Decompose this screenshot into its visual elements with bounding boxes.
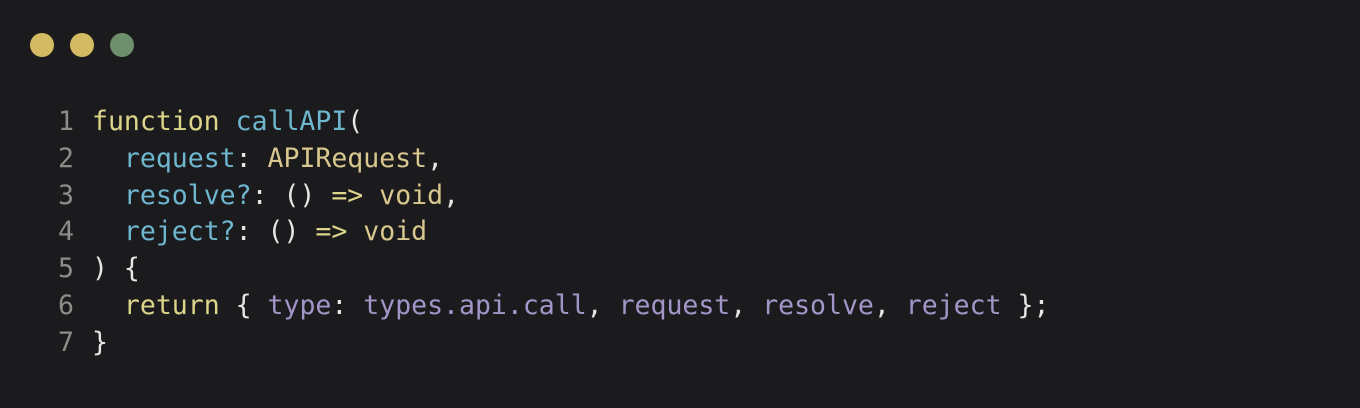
code-line: 2 request: APIRequest, — [58, 141, 1049, 178]
code-token-identifier: request — [123, 142, 236, 174]
code-token-property: type — [267, 289, 332, 321]
maximize-dot-icon[interactable] — [110, 33, 134, 57]
line-number: 6 — [58, 289, 74, 321]
code-token-property: request — [618, 289, 731, 321]
line-source: reject?: () => void — [92, 214, 427, 251]
minimize-dot-icon[interactable] — [70, 33, 94, 57]
code-line: 6 return { type: types.api.call, request… — [58, 288, 1049, 325]
code-token-punctuation: : — [235, 142, 268, 174]
code-token-keyword: => — [315, 216, 348, 248]
code-token-property: resolve — [762, 289, 874, 321]
code-token-identifier: reject? — [123, 216, 236, 248]
code-token-punctuation: : () — [251, 179, 332, 211]
code-line: 7} — [58, 325, 1049, 362]
line-number: 4 — [58, 216, 74, 248]
code-token-type: void — [379, 179, 444, 211]
code-token-identifier: resolve? — [123, 179, 252, 211]
code-token-punctuation: } — [92, 326, 108, 358]
line-number: 5 — [58, 253, 74, 285]
line-source: return { type: types.api.call, request, … — [92, 288, 1049, 325]
code-token-punctuation: { — [219, 289, 268, 321]
code-line: 1 function callAPI( — [58, 104, 1049, 141]
line-source: resolve?: () => void, — [92, 178, 459, 215]
code-token-type: void — [363, 216, 428, 248]
code-token-punctuation: }; — [1001, 289, 1050, 321]
line-source: function callAPI( — [92, 104, 363, 141]
code-token-punctuation: : () — [235, 216, 316, 248]
line-source: } — [92, 325, 108, 362]
close-dot-icon[interactable] — [30, 33, 54, 57]
code-token-identifier: callAPI — [235, 106, 348, 137]
code-token-punctuation: , — [873, 289, 906, 321]
line-number: 1 — [58, 106, 74, 137]
code-line: 4 reject?: () => void — [58, 214, 1049, 251]
code-token-punctuation: , — [586, 289, 619, 321]
code-token-punctuation: , — [443, 179, 460, 211]
line-source: request: APIRequest, — [92, 141, 443, 178]
code-token-keyword: => — [331, 179, 364, 211]
code-token-punctuation: ) { — [92, 253, 140, 285]
code-line: 3 resolve?: () => void, — [58, 178, 1049, 215]
code-block[interactable]: 1 function callAPI(2 request: APIRequest,… — [58, 104, 1049, 362]
line-number: 7 — [58, 326, 74, 358]
code-token-punctuation: : — [331, 289, 364, 321]
line-source: ) { — [92, 251, 140, 288]
code-token-keyword: function — [92, 106, 220, 137]
code-token-keyword: return — [123, 289, 220, 321]
code-token-property: reject — [905, 289, 1002, 321]
window-controls — [30, 33, 134, 57]
code-token-punctuation: , — [427, 142, 444, 174]
code-token-punctuation: , — [730, 289, 763, 321]
code-line: 5 ) { — [58, 251, 1049, 288]
line-number: 2 — [58, 142, 74, 174]
code-window: 1 function callAPI(2 request: APIRequest,… — [0, 0, 1360, 408]
code-token-property: types.api.call — [363, 289, 587, 321]
code-token-punctuation: ( — [347, 106, 364, 137]
line-number: 3 — [58, 179, 74, 211]
code-token-type: APIRequest — [267, 142, 428, 174]
